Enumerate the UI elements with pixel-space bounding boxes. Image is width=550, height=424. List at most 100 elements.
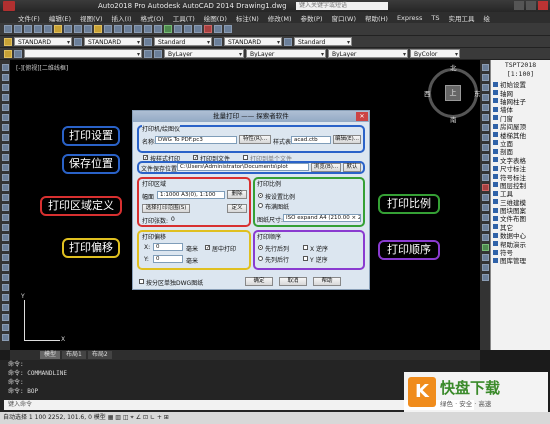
match-properties-icon[interactable] — [94, 25, 102, 33]
column-first-radio[interactable] — [258, 256, 263, 261]
menu-item[interactable]: TS — [431, 14, 439, 22]
image-icon[interactable] — [481, 264, 489, 271]
insert-block-icon[interactable] — [1, 164, 9, 171]
polyline-icon[interactable] — [1, 84, 9, 91]
offset-y-input[interactable]: 0 — [153, 255, 183, 263]
quick-dimension-icon[interactable] — [481, 134, 489, 141]
dimension-arc-icon[interactable] — [481, 84, 489, 91]
sheet-set-icon[interactable] — [194, 25, 202, 33]
layer-manager-icon[interactable] — [4, 49, 12, 58]
menu-item[interactable]: Express — [397, 14, 422, 22]
minimize-icon[interactable] — [514, 1, 524, 10]
dim-text-edit-icon[interactable] — [481, 214, 489, 221]
edit-button[interactable]: 编辑(E)... — [333, 135, 361, 144]
properties-button[interactable]: 特性(R)... — [239, 135, 271, 144]
default-button[interactable]: 默认 — [343, 163, 361, 172]
browse-button[interactable]: 浏览(B)... — [311, 163, 341, 172]
trim-icon[interactable] — [1, 334, 9, 341]
y-reverse-checkbox[interactable] — [303, 256, 308, 261]
layer-previous-icon[interactable] — [154, 49, 162, 58]
save-path-input[interactable]: C:\Users\Administrator\Documents\plot — [177, 163, 309, 171]
erase-icon[interactable] — [1, 244, 9, 251]
hatch-icon[interactable] — [1, 194, 9, 201]
plot-to-file-checkbox[interactable]: ✓ — [193, 155, 198, 161]
move-icon[interactable] — [1, 294, 9, 301]
undo-icon[interactable] — [104, 25, 112, 33]
help-button[interactable]: 帮助 — [313, 277, 341, 286]
layer-state-icon[interactable] — [14, 49, 22, 58]
polygon-icon[interactable] — [1, 94, 9, 101]
ellipse-icon[interactable] — [1, 154, 9, 161]
center-plot-checkbox[interactable]: ✓ — [205, 245, 210, 251]
make-block-icon[interactable] — [1, 174, 9, 181]
point-icon[interactable] — [1, 184, 9, 191]
stretch-icon[interactable] — [1, 324, 9, 331]
revision-cloud-icon[interactable] — [1, 134, 9, 141]
jogged-icon[interactable] — [481, 194, 489, 201]
markup-icon[interactable] — [204, 25, 212, 33]
line-icon[interactable] — [1, 64, 9, 71]
menu-item[interactable]: 标注(N) — [236, 13, 259, 23]
tab-model[interactable]: 模型 — [40, 351, 61, 359]
circle-icon[interactable] — [1, 124, 9, 131]
dimension-angular-icon[interactable] — [481, 124, 489, 131]
cancel-button[interactable]: 取消 — [279, 277, 307, 286]
menu-item[interactable]: 格式(O) — [141, 13, 164, 23]
viewport-controls[interactable]: [-][俯视][二维线框] — [16, 63, 68, 72]
dimension-diameter-icon[interactable] — [481, 114, 489, 121]
new-icon[interactable] — [4, 25, 12, 33]
rectangle-icon[interactable] — [1, 104, 9, 111]
zoom-window-icon[interactable] — [144, 25, 152, 33]
construction-line-icon[interactable] — [1, 74, 9, 81]
copy-icon[interactable] — [74, 25, 82, 33]
dimension-ordinate-icon[interactable] — [481, 94, 489, 101]
scale-icon[interactable] — [1, 314, 9, 321]
menu-item[interactable]: 帮助(H) — [365, 13, 388, 23]
array-icon[interactable] — [1, 284, 9, 291]
table-style-select[interactable]: Standard — [154, 37, 212, 46]
search-input[interactable]: 键入关键字或短语 — [296, 2, 388, 10]
fit-to-paper-radio[interactable] — [258, 203, 263, 208]
offset-x-input[interactable]: 0 — [153, 243, 183, 251]
zoom-icon[interactable] — [134, 25, 142, 33]
publish-icon[interactable] — [54, 25, 62, 33]
viewcube[interactable]: 上 — [428, 68, 478, 118]
menu-item[interactable]: 视图(V) — [80, 13, 103, 23]
dim-update-icon[interactable] — [481, 224, 489, 231]
palette-item[interactable]: 图库管理 — [493, 256, 550, 265]
save-icon[interactable] — [24, 25, 32, 33]
lineweight-select[interactable]: ByLayer — [328, 49, 408, 58]
center-mark-icon[interactable] — [481, 174, 489, 181]
viewcube-north-label[interactable]: 北 — [450, 62, 457, 72]
viewcube-west-label[interactable]: 西 — [424, 88, 431, 98]
properties-icon[interactable] — [164, 25, 172, 33]
menu-item[interactable]: 插入(I) — [112, 13, 132, 23]
dim-style-manager-icon[interactable] — [481, 234, 489, 241]
multileader-style-select[interactable]: STANDARD — [224, 37, 282, 46]
multileader-style-icon[interactable] — [214, 37, 222, 46]
tolerance-icon[interactable] — [481, 164, 489, 171]
plot-style-select[interactable]: ByColor — [410, 49, 460, 58]
menu-item[interactable]: 实用工具 — [448, 13, 474, 23]
spline-icon[interactable] — [1, 144, 9, 151]
arc-icon[interactable] — [1, 114, 9, 121]
xref-icon[interactable] — [481, 254, 489, 261]
preview-icon[interactable] — [44, 25, 52, 33]
calculator-icon[interactable] — [214, 25, 222, 33]
help-icon[interactable] — [224, 25, 232, 33]
row-first-radio[interactable] — [258, 245, 263, 250]
color-select[interactable]: ByLayer — [164, 49, 244, 58]
linetype-select[interactable]: ByLayer — [246, 49, 326, 58]
named-style-icon[interactable] — [284, 37, 292, 46]
menu-item[interactable]: 绘图(D) — [204, 13, 227, 23]
dim-style-icon[interactable] — [74, 37, 82, 46]
define-button[interactable]: 定义 — [227, 204, 247, 213]
palette-scale[interactable]: [1:100] — [491, 69, 550, 78]
region-icon[interactable] — [1, 214, 9, 221]
x-reverse-checkbox[interactable] — [303, 245, 308, 250]
table-icon[interactable] — [1, 224, 9, 231]
open-icon[interactable] — [14, 25, 22, 33]
viewcube-south-label[interactable]: 南 — [450, 114, 457, 124]
redo-icon[interactable] — [114, 25, 122, 33]
offset-icon[interactable] — [1, 274, 9, 281]
